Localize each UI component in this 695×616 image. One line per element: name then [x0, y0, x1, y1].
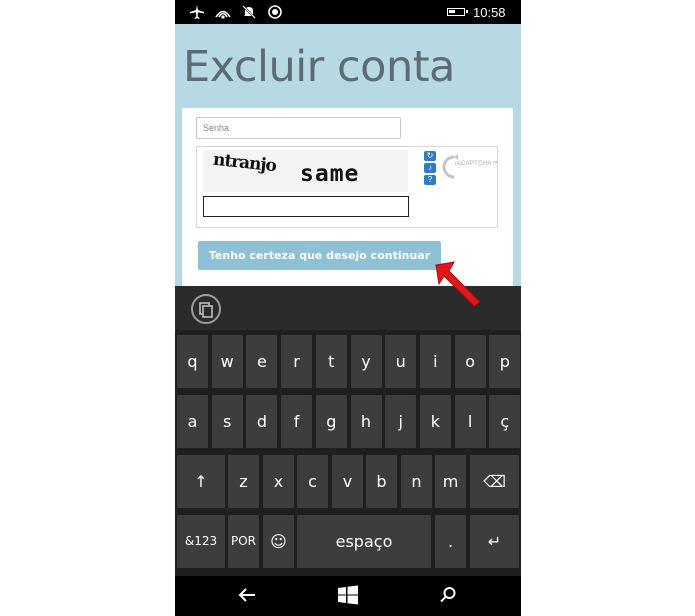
- status-bar: 10:58: [175, 0, 521, 24]
- backspace-key[interactable]: ⌫: [470, 455, 519, 508]
- key-z[interactable]: z: [228, 455, 259, 508]
- key-p[interactable]: p: [489, 335, 521, 388]
- password-field[interactable]: Senha: [196, 117, 401, 139]
- on-screen-keyboard: q w e r t y u i o p a s d f g h j k l ç ↑ z x c v b n m ⌫ &123 POR ☺ esp…: [175, 286, 521, 576]
- navigation-bar: [175, 576, 521, 616]
- back-icon[interactable]: [237, 587, 257, 603]
- windows-start-icon[interactable]: [338, 585, 358, 605]
- quiet-hours-icon: [242, 5, 256, 19]
- key-t[interactable]: t: [315, 335, 347, 388]
- captcha-word-1: ntranjo: [212, 149, 277, 177]
- enter-key[interactable]: ↵: [470, 515, 519, 568]
- shift-key[interactable]: ↑: [177, 455, 225, 508]
- key-x[interactable]: x: [263, 455, 294, 508]
- key-m[interactable]: m: [435, 455, 466, 508]
- recaptcha-text: reCAPTCHA™: [455, 161, 499, 167]
- location-icon: [268, 5, 282, 19]
- emoji-key[interactable]: ☺: [263, 515, 294, 568]
- confirm-continue-button[interactable]: Tenho certeza que desejo continuar: [198, 241, 441, 270]
- key-u[interactable]: u: [385, 335, 417, 388]
- key-s[interactable]: s: [211, 395, 243, 448]
- symbols-key[interactable]: &123: [177, 515, 225, 568]
- captcha-word-2: same: [300, 161, 360, 187]
- key-c-cedilla[interactable]: ç: [489, 395, 521, 448]
- delete-account-page: Excluir conta Senha ntranjo same ↻ ♪ ? r…: [175, 24, 521, 286]
- key-n[interactable]: n: [401, 455, 432, 508]
- airplane-icon: [190, 5, 204, 19]
- key-g[interactable]: g: [315, 395, 347, 448]
- captcha-widget: ntranjo same ↻ ♪ ? reCAPTCHA™: [196, 146, 498, 228]
- key-e[interactable]: e: [246, 335, 278, 388]
- key-o[interactable]: o: [454, 335, 486, 388]
- wifi-icon: [215, 10, 231, 19]
- language-key[interactable]: POR: [228, 515, 259, 568]
- clock: 10:58: [473, 5, 506, 20]
- phone-screen: 10:58 Excluir conta Senha ntranjo same ↻…: [175, 0, 521, 616]
- key-a[interactable]: a: [177, 395, 208, 448]
- key-l[interactable]: l: [454, 395, 486, 448]
- help-icon[interactable]: ?: [424, 175, 436, 185]
- key-v[interactable]: v: [332, 455, 363, 508]
- key-h[interactable]: h: [350, 395, 382, 448]
- key-y[interactable]: y: [350, 335, 382, 388]
- period-key[interactable]: .: [435, 515, 466, 568]
- clipboard-button[interactable]: [191, 294, 221, 324]
- audio-icon[interactable]: ♪: [424, 163, 436, 173]
- search-icon[interactable]: [439, 586, 457, 604]
- key-c[interactable]: c: [297, 455, 328, 508]
- key-r[interactable]: r: [281, 335, 313, 388]
- clipboard-icon: [199, 302, 213, 318]
- captcha-input[interactable]: [203, 196, 409, 217]
- red-pointer-arrow: [435, 261, 481, 307]
- key-b[interactable]: b: [366, 455, 397, 508]
- recaptcha-logo: [442, 154, 458, 179]
- battery-icon: [447, 8, 468, 16]
- key-w[interactable]: w: [211, 335, 243, 388]
- key-k[interactable]: k: [419, 395, 451, 448]
- key-f[interactable]: f: [281, 395, 313, 448]
- key-j[interactable]: j: [385, 395, 417, 448]
- key-d[interactable]: d: [246, 395, 278, 448]
- key-q[interactable]: q: [177, 335, 208, 388]
- captcha-image: ntranjo same: [203, 150, 408, 192]
- key-i[interactable]: i: [419, 335, 451, 388]
- page-title: Excluir conta: [183, 42, 455, 92]
- space-key[interactable]: espaço: [297, 515, 431, 568]
- refresh-icon[interactable]: ↻: [424, 151, 436, 161]
